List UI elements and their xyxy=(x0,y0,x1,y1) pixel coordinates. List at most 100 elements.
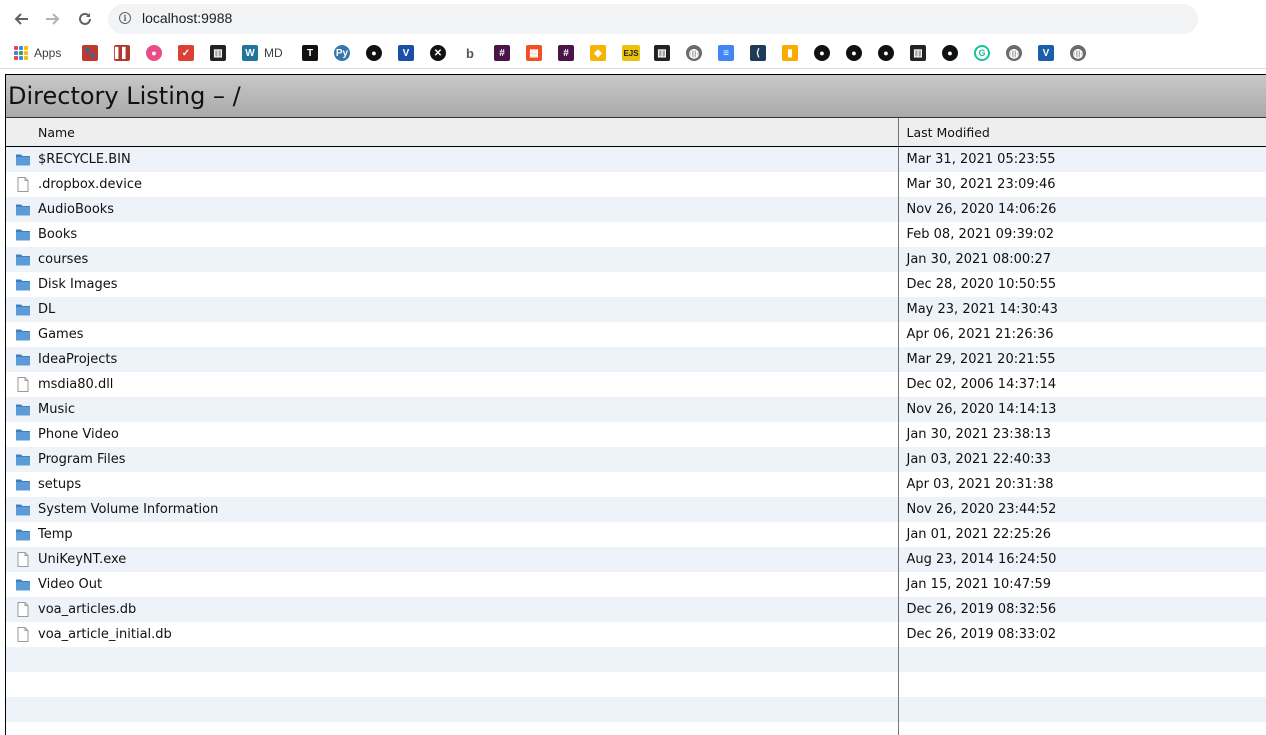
folder-entry[interactable]: Games xyxy=(6,321,899,347)
folder-entry[interactable]: DL xyxy=(6,296,899,322)
folder-entry[interactable]: Disk Images xyxy=(6,271,899,297)
folder-entry[interactable]: Music xyxy=(6,396,899,422)
table-row[interactable]: voa_article_initial.db Dec 26, 2019 08:33… xyxy=(6,621,1266,647)
bookmark-docs[interactable]: ≡ xyxy=(718,43,734,63)
bookmark-github[interactable]: ● xyxy=(878,43,894,63)
folder-entry[interactable]: IdeaProjects xyxy=(6,346,899,372)
file-entry[interactable]: msdia80.dll xyxy=(6,371,899,397)
entry-name[interactable]: msdia80.dll xyxy=(38,377,113,392)
bookmark-globe[interactable]: ◍ xyxy=(1070,43,1086,63)
table-row[interactable]: $RECYCLE.BIN Mar 31, 2021 05:23:55 xyxy=(6,146,1266,172)
bookmark-ejs[interactable]: EJS xyxy=(622,43,640,63)
folder-entry[interactable]: Books xyxy=(6,221,899,247)
table-row[interactable]: AudioBooks Nov 26, 2020 14:06:26 xyxy=(6,196,1266,222)
bookmark-bag[interactable]: ◆ xyxy=(590,43,606,63)
bookmark-analytics[interactable]: ▮ xyxy=(782,43,798,63)
table-row[interactable]: Video Out Jan 15, 2021 10:47:59 xyxy=(6,571,1266,597)
site-info-icon[interactable]: i xyxy=(119,12,131,24)
entry-name[interactable]: Music xyxy=(38,402,75,417)
bookmark-tb[interactable]: T xyxy=(302,43,318,63)
bookmark-github[interactable]: ● xyxy=(814,43,830,63)
entry-name[interactable]: System Volume Information xyxy=(38,502,218,517)
table-row[interactable]: Program Files Jan 03, 2021 22:40:33 xyxy=(6,446,1266,472)
bookmark-dribbble[interactable]: ● xyxy=(146,43,162,63)
entry-name[interactable]: Program Files xyxy=(38,452,126,467)
entry-name[interactable]: Temp xyxy=(38,527,73,542)
folder-entry[interactable]: Video Out xyxy=(6,571,899,597)
entry-name[interactable]: $RECYCLE.BIN xyxy=(38,152,131,167)
file-entry[interactable]: .dropbox.device xyxy=(6,171,899,197)
reload-button[interactable] xyxy=(72,7,98,31)
folder-entry[interactable]: Phone Video xyxy=(6,421,899,447)
bookmark-slack[interactable]: # xyxy=(494,43,510,63)
bookmark-apps-grid-apps[interactable]: Apps xyxy=(14,43,61,63)
table-row[interactable]: msdia80.dll Dec 02, 2006 14:37:14 xyxy=(6,371,1266,397)
entry-name[interactable]: Games xyxy=(38,327,83,342)
bookmark-grammarly[interactable]: G xyxy=(974,43,990,63)
bookmark-check[interactable]: ✓ xyxy=(178,43,194,63)
folder-entry[interactable]: courses xyxy=(6,246,899,272)
table-row[interactable]: Phone Video Jan 30, 2021 23:38:13 xyxy=(6,421,1266,447)
entry-name[interactable]: DL xyxy=(38,302,55,317)
bookmark-museum[interactable]: ▥ xyxy=(210,43,226,63)
entry-name[interactable]: Disk Images xyxy=(38,277,118,292)
file-entry[interactable]: voa_articles.db xyxy=(6,596,899,622)
entry-name[interactable]: voa_articles.db xyxy=(38,602,136,617)
table-row[interactable]: Temp Jan 01, 2021 22:25:26 xyxy=(6,521,1266,547)
bookmark-museum[interactable]: ▥ xyxy=(910,43,926,63)
bookmark-x[interactable]: ✕ xyxy=(430,43,446,63)
folder-entry[interactable]: System Volume Information xyxy=(6,496,899,522)
folder-entry[interactable]: Temp xyxy=(6,521,899,547)
bookmark-hash[interactable]: # xyxy=(558,43,574,63)
file-entry[interactable]: voa_article_initial.db xyxy=(6,621,899,647)
folder-entry[interactable]: $RECYCLE.BIN xyxy=(6,146,899,172)
table-row[interactable]: Disk Images Dec 28, 2020 10:50:55 xyxy=(6,271,1266,297)
bookmark-microsoft[interactable]: ▦ xyxy=(526,43,542,63)
bookmark-museum[interactable]: ▥ xyxy=(654,43,670,63)
bookmark-github[interactable]: ● xyxy=(846,43,862,63)
entry-name[interactable]: UniKeyNT.exe xyxy=(38,552,126,567)
table-row[interactable]: .dropbox.device Mar 30, 2021 23:09:46 xyxy=(6,171,1266,197)
folder-entry[interactable]: Program Files xyxy=(6,446,899,472)
table-row[interactable]: System Volume Information Nov 26, 2020 23… xyxy=(6,496,1266,522)
entry-name[interactable]: .dropbox.device xyxy=(38,177,142,192)
bookmark-wordpress-md[interactable]: W MD xyxy=(242,43,283,63)
table-row[interactable]: courses Jan 30, 2021 08:00:27 xyxy=(6,246,1266,272)
bookmark-globe[interactable]: ◍ xyxy=(1006,43,1022,63)
bookmark-b[interactable]: b xyxy=(462,43,478,63)
file-entry[interactable]: UniKeyNT.exe xyxy=(6,546,899,572)
table-row[interactable]: Games Apr 06, 2021 21:26:36 xyxy=(6,321,1266,347)
table-row[interactable]: UniKeyNT.exe Aug 23, 2014 16:24:50 xyxy=(6,546,1266,572)
table-row[interactable]: setups Apr 03, 2021 20:31:38 xyxy=(6,471,1266,497)
entry-name[interactable]: voa_article_initial.db xyxy=(38,627,172,642)
bookmark-globe[interactable]: ◍ xyxy=(686,43,702,63)
folder-entry[interactable]: setups xyxy=(6,471,899,497)
bookmark-python[interactable]: Py xyxy=(334,43,350,63)
address-bar-url[interactable]: localhost:9988 xyxy=(142,10,232,26)
table-row[interactable]: voa_articles.db Dec 26, 2019 08:32:56 xyxy=(6,596,1266,622)
entry-name[interactable]: courses xyxy=(38,252,88,267)
table-row[interactable]: Books Feb 08, 2021 09:39:02 xyxy=(6,221,1266,247)
bookmark-paw[interactable]: 🐾 xyxy=(82,43,98,63)
back-button[interactable] xyxy=(8,7,34,31)
table-row[interactable]: IdeaProjects Mar 29, 2021 20:21:55 xyxy=(6,346,1266,372)
entry-name[interactable]: IdeaProjects xyxy=(38,352,117,367)
entry-name[interactable]: Books xyxy=(38,227,77,242)
table-row[interactable]: DL May 23, 2021 14:30:43 xyxy=(6,296,1266,322)
bookmark-github[interactable]: ● xyxy=(942,43,958,63)
folder-entry[interactable]: AudioBooks xyxy=(6,196,899,222)
entry-name[interactable]: Phone Video xyxy=(38,427,119,442)
bookmark-bars[interactable]: ▌▌ xyxy=(114,43,130,63)
entry-name[interactable]: Video Out xyxy=(38,577,102,592)
bookmark-github[interactable]: ● xyxy=(366,43,382,63)
table-row[interactable]: Music Nov 26, 2020 14:14:13 xyxy=(6,396,1266,422)
bookmark-vscode[interactable]: ⟨ xyxy=(750,43,766,63)
forward-button[interactable] xyxy=(40,7,66,31)
address-bar[interactable]: i localhost:9988 xyxy=(108,4,1198,34)
entry-name[interactable]: setups xyxy=(38,477,81,492)
entry-name[interactable]: AudioBooks xyxy=(38,202,114,217)
bookmark-voa[interactable]: V xyxy=(1038,43,1054,63)
column-header-last-modified[interactable]: Last Modified xyxy=(898,118,1266,147)
bookmark-v[interactable]: V xyxy=(398,43,414,63)
column-header-name[interactable]: Name xyxy=(6,118,899,147)
